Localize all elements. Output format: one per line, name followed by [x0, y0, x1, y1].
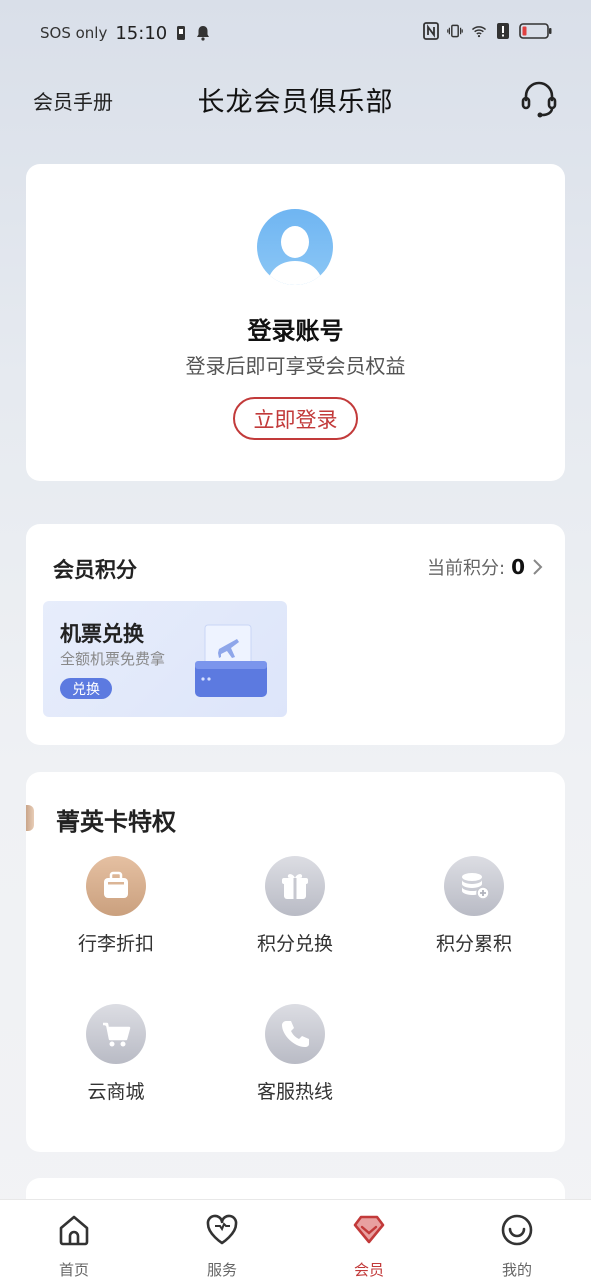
- privilege-label: 行李折扣: [77, 933, 154, 955]
- privilege-points-accumulation[interactable]: 积分累积: [394, 856, 554, 966]
- elite-privileges-card: 菁英卡特权 行李折扣 积分兑换 积分累积 云商城 客服热线: [26, 772, 565, 1152]
- privileges-title: 菁英卡特权: [56, 808, 176, 836]
- login-subtitle: 登录后即可享受会员权益: [185, 354, 406, 378]
- nav-label: 我的: [501, 1261, 532, 1279]
- customer-service-button[interactable]: [517, 76, 561, 120]
- status-bar: SOS only 15:10: [0, 0, 591, 66]
- nav-label: 服务: [206, 1261, 237, 1279]
- default-avatar-icon[interactable]: [257, 209, 333, 285]
- exchange-badge[interactable]: 兑换: [60, 678, 112, 699]
- battery-icon: [519, 20, 553, 42]
- points-title: 会员积分: [53, 558, 137, 582]
- gift-icon: [265, 856, 325, 916]
- ticket-exchange-tile[interactable]: 机票兑换 全额机票免费拿 兑换: [43, 601, 287, 717]
- privilege-label: 云商城: [87, 1081, 145, 1103]
- section-marker: [26, 805, 34, 831]
- privilege-label: 积分累积: [435, 933, 512, 955]
- ticket-printer-icon: [191, 619, 271, 703]
- clock: 15:10: [115, 22, 168, 44]
- exchange-subtitle: 全额机票免费拿: [60, 650, 166, 668]
- sim-card-icon: [173, 22, 189, 44]
- current-points[interactable]: 当前积分: 0: [427, 554, 545, 580]
- privilege-points-exchange[interactable]: 积分兑换: [215, 856, 375, 966]
- privilege-label: 客服热线: [256, 1081, 333, 1103]
- nfc-icon: [423, 20, 439, 42]
- privilege-luggage-discount[interactable]: 行李折扣: [36, 856, 196, 966]
- nav-home[interactable]: 首页: [0, 1200, 148, 1280]
- page-title: 长龙会员俱乐部: [197, 87, 394, 118]
- current-points-label: 当前积分:: [427, 558, 506, 579]
- nav-label-active: 会员: [353, 1261, 384, 1279]
- privilege-cloud-mall[interactable]: 云商城: [36, 1004, 196, 1114]
- login-button[interactable]: 立即登录: [233, 397, 358, 440]
- login-title: 登录账号: [247, 317, 344, 345]
- bell-icon: [195, 22, 211, 44]
- alert-icon: [495, 20, 511, 42]
- vibrate-icon: [447, 20, 463, 42]
- member-icon: [353, 1215, 385, 1244]
- member-points-card: 会员积分 当前积分: 0 机票兑换 全额机票免费拿 兑换: [26, 524, 565, 745]
- phone-icon: [265, 1004, 325, 1064]
- luggage-icon: [86, 856, 146, 916]
- bottom-navigation: 首页 服务 会员 我的: [0, 1199, 591, 1280]
- headset-icon: [521, 81, 557, 118]
- cart-icon: [86, 1004, 146, 1064]
- home-icon: [59, 1215, 89, 1246]
- login-card: 登录账号 登录后即可享受会员权益 立即登录: [26, 164, 565, 481]
- current-points-value: 0: [511, 555, 525, 579]
- privilege-label: 积分兑换: [256, 933, 333, 955]
- nav-services[interactable]: 服务: [148, 1200, 296, 1280]
- carrier-text: SOS only: [40, 24, 108, 42]
- coins-icon: [444, 856, 504, 916]
- chevron-right-icon: [533, 559, 543, 575]
- app-header: 会员手册 长龙会员俱乐部: [0, 66, 591, 130]
- nav-member[interactable]: 会员: [295, 1200, 443, 1280]
- privilege-service-hotline[interactable]: 客服热线: [215, 1004, 375, 1114]
- nav-mine[interactable]: 我的: [443, 1200, 591, 1280]
- wifi-icon: [471, 20, 487, 42]
- smile-icon: [501, 1214, 533, 1246]
- heart-icon: [206, 1214, 238, 1245]
- exchange-title: 机票兑换: [60, 622, 144, 646]
- nav-label: 首页: [58, 1261, 89, 1279]
